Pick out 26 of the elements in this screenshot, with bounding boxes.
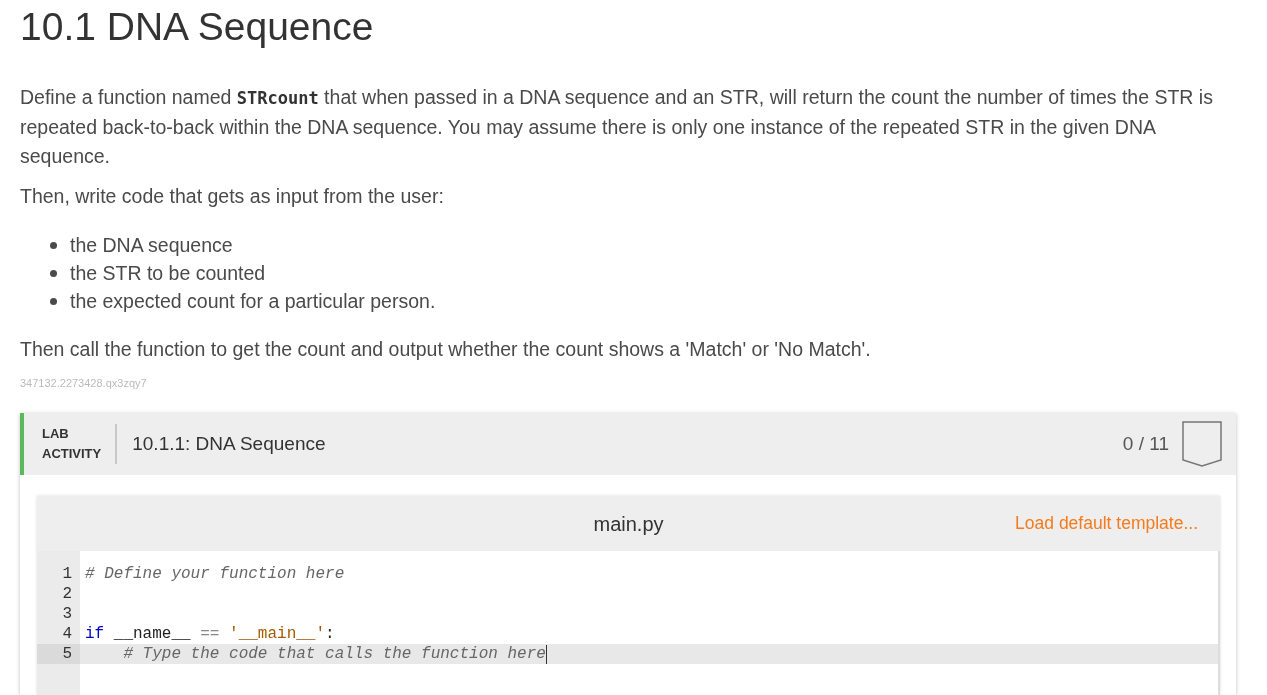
badge-outline-icon xyxy=(1182,421,1222,467)
bullet-text: the DNA sequence xyxy=(70,233,233,258)
line-number: 1 xyxy=(61,564,73,584)
code-line: if __name__ == '__main__': xyxy=(84,624,335,644)
lab-activity-label: LAB ACTIVITY xyxy=(42,425,102,463)
instruction-paragraph: Then call the function to get the count and output whether the count shows a 'Match' or 'No Match'. xyxy=(20,337,871,362)
line-number: 5 xyxy=(37,644,80,664)
content-id: 347132.2273428.qx3zqy7 xyxy=(20,376,147,390)
code-line: # Define your function here xyxy=(84,564,345,584)
line-number: 2 xyxy=(61,584,73,604)
page-heading: 10.1 DNA Sequence xyxy=(20,4,374,50)
bullet-text: the STR to be counted xyxy=(70,261,266,286)
code-editor[interactable]: 1 # Define your function here 2 3 4 if __name__ == '__main__': 5 # Type the code that calls the function here xyxy=(37,551,1220,695)
bullet-icon xyxy=(50,241,57,249)
score-text: 0 / 11 xyxy=(1122,431,1169,456)
file-name: main.py xyxy=(593,511,664,537)
bullet-text: the expected count for a particular person. xyxy=(70,289,436,314)
activity-title: 10.1.1: DNA Sequence xyxy=(132,431,326,456)
bullet-icon xyxy=(50,297,57,305)
instruction-paragraph: Define a function named STRcount that when passed in a DNA sequence and an STR, will return the count the number of times the STR is repeated back-to-back within the DNA sequence. You may assume there is only one instance of the repeated STR in the given DNA sequence. xyxy=(20,85,1214,169)
line-number: 3 xyxy=(61,604,73,624)
bullet-icon xyxy=(50,269,57,277)
text-cursor-icon xyxy=(545,644,547,664)
line-number: 4 xyxy=(61,624,73,644)
code-line: # Type the code that calls the function here xyxy=(122,644,546,664)
instruction-paragraph: Then, write code that gets as input from the user: xyxy=(20,184,444,209)
